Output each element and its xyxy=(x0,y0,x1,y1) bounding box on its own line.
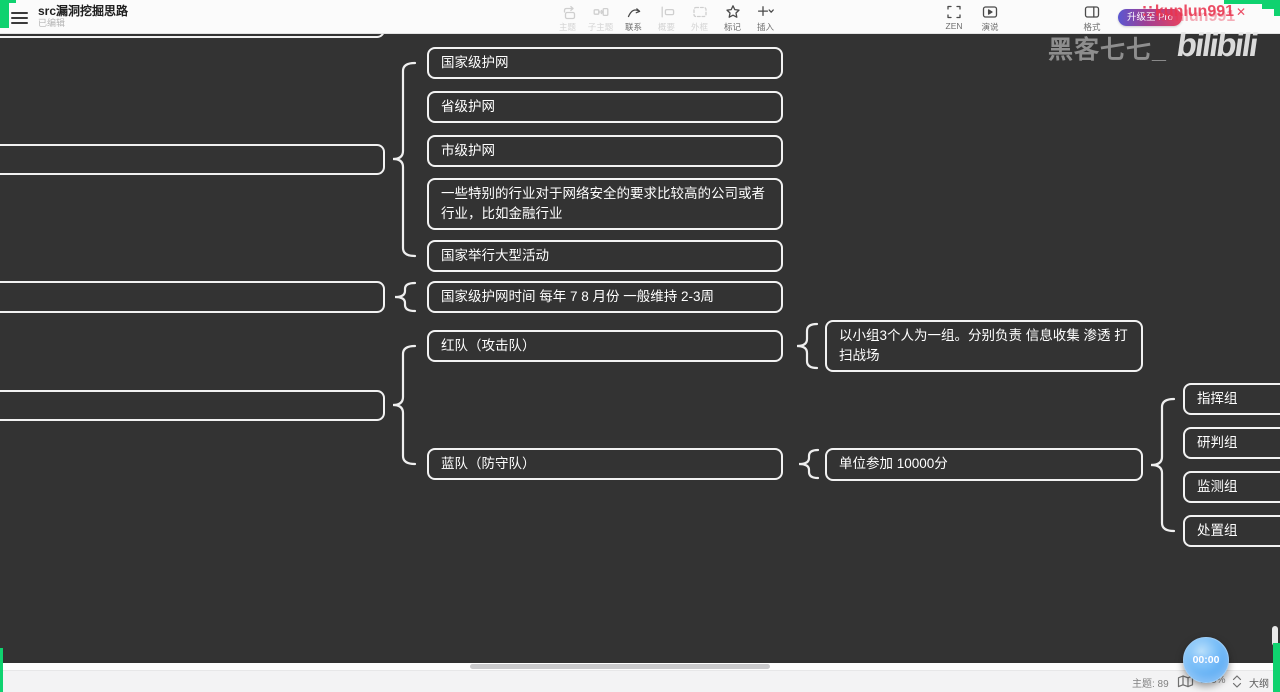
brace xyxy=(798,448,820,480)
toolbar: src漏洞挖掘思路 已编辑 主题 子主题 联系 概要 外框 标记 插入 ZEN … xyxy=(0,0,1280,34)
boundary-icon xyxy=(692,4,708,20)
document-title-block: src漏洞挖掘思路 已编辑 xyxy=(38,4,128,29)
mindmap-node-clipped[interactable] xyxy=(0,281,385,313)
app-window: 国家级护网 省级护网 市级护网 一些特别的行业对于网络安全的要求比较高的公司或者… xyxy=(0,0,1280,692)
add-subtopic-icon xyxy=(593,4,609,20)
recording-time: 00:00 xyxy=(1192,654,1220,666)
tool-marker[interactable]: 标记 xyxy=(716,2,749,33)
upgrade-pro-button[interactable]: 升级至 Pro xyxy=(1118,9,1182,26)
mindmap-node[interactable]: 国家级护网 xyxy=(427,47,783,79)
insert-plus-icon xyxy=(757,4,774,20)
mindmap-node[interactable]: 省级护网 xyxy=(427,91,783,123)
tool-relationship[interactable]: 联系 xyxy=(617,2,650,33)
mindmap-node[interactable]: 国家举行大型活动 xyxy=(427,240,783,272)
mindmap-node[interactable]: 红队（攻击队） xyxy=(427,330,783,362)
tool-summary[interactable]: 概要 xyxy=(650,2,683,33)
mindmap-node-clipped[interactable] xyxy=(0,390,385,421)
play-presentation-icon xyxy=(982,4,998,20)
mindmap-node[interactable]: 市级护网 xyxy=(427,135,783,167)
tool-add-topic[interactable]: 主题 xyxy=(551,2,584,33)
summary-icon xyxy=(659,4,675,20)
outline-toggle[interactable]: 大纲 xyxy=(1249,675,1269,690)
document-title: src漏洞挖掘思路 xyxy=(38,4,129,18)
toolbar-view-group: ZEN 演说 xyxy=(936,2,1008,33)
mindmap-node[interactable]: 蓝队（防守队） xyxy=(427,448,783,480)
horizontal-scrollbar xyxy=(0,663,1280,670)
mindmap-node[interactable]: 监测组 xyxy=(1183,471,1280,503)
brace xyxy=(1150,397,1176,533)
tool-add-subtopic[interactable]: 子主题 xyxy=(584,2,617,33)
hamburger-menu-icon[interactable] xyxy=(11,9,31,25)
toolbar-center-group: 主题 子主题 联系 概要 外框 标记 插入 xyxy=(551,2,782,33)
toolbar-format-group: 格式 xyxy=(1074,2,1110,33)
relationship-icon xyxy=(626,4,642,20)
status-bar: 主题: 89 150% 大纲 xyxy=(0,670,1280,692)
brace xyxy=(796,322,819,370)
brace xyxy=(392,61,417,258)
vertical-scrollbar-thumb[interactable] xyxy=(1272,626,1278,646)
mindmap-node[interactable]: 研判组 xyxy=(1183,427,1280,459)
marker-star-icon xyxy=(725,4,741,20)
topic-count: 主题: 89 xyxy=(1132,679,1169,690)
mindmap-node-clipped[interactable] xyxy=(0,144,385,175)
brace xyxy=(392,344,417,466)
document-save-status: 已编辑 xyxy=(38,18,66,28)
tool-zen-mode[interactable]: ZEN xyxy=(936,2,972,33)
tool-format-panel[interactable]: 格式 xyxy=(1074,2,1110,33)
add-topic-icon xyxy=(560,4,576,20)
tool-insert[interactable]: 插入 xyxy=(749,2,782,33)
brace xyxy=(394,281,417,313)
zen-brackets-icon xyxy=(946,4,962,20)
format-panel-icon xyxy=(1084,4,1100,20)
mindmap-node[interactable]: 以小组3个人为一组。分别负责 信息收集 渗透 打扫战场 xyxy=(825,320,1143,372)
mindmap-node[interactable]: 国家级护网时间 每年 7 8 月份 一般维持 2-3周 xyxy=(427,281,783,313)
tool-boundary[interactable]: 外框 xyxy=(683,2,716,33)
horizontal-scrollbar-thumb[interactable] xyxy=(470,664,770,669)
mindmap-node[interactable]: 指挥组 xyxy=(1183,383,1280,415)
recording-timer-bubble[interactable]: 00:00 xyxy=(1183,637,1229,683)
mindmap-node[interactable]: 单位参加 10000分 xyxy=(825,448,1143,481)
mindmap-node[interactable]: 一些特别的行业对于网络安全的要求比较高的公司或者行业，比如金融行业 xyxy=(427,178,783,230)
zoom-stepper-icon[interactable] xyxy=(1231,673,1243,692)
mindmap-node[interactable]: 处置组 xyxy=(1183,515,1280,547)
mindmap-canvas[interactable]: 国家级护网 省级护网 市级护网 一些特别的行业对于网络安全的要求比较高的公司或者… xyxy=(0,0,1280,663)
tool-presentation[interactable]: 演说 xyxy=(972,2,1008,33)
